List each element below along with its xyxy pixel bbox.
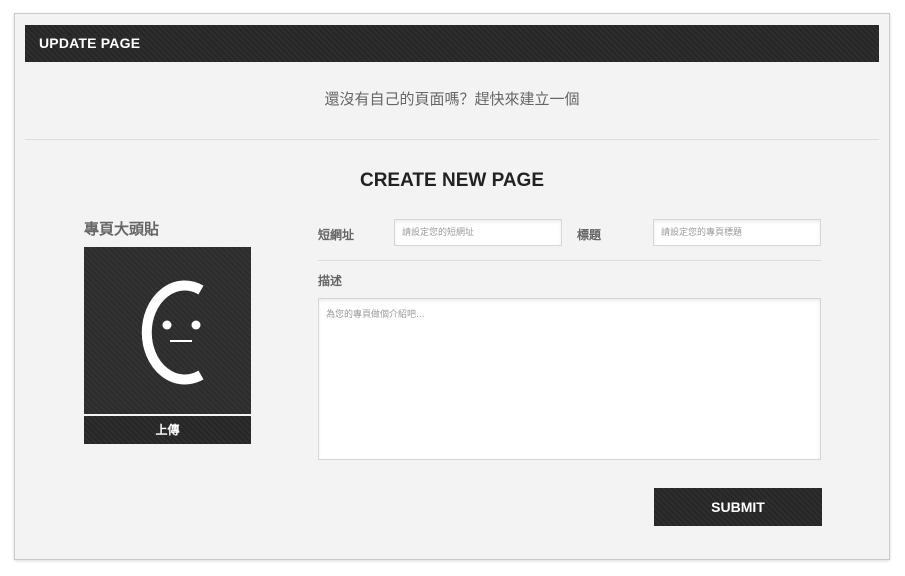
header-bar: UPDATE PAGE xyxy=(25,25,879,62)
form-title: CREATE NEW PAGE xyxy=(359,170,545,191)
description-label: 描述 xyxy=(318,274,343,288)
submit-button[interactable]: SUBMIT xyxy=(654,488,822,526)
placeholder-face-icon xyxy=(141,280,204,385)
page-title-input[interactable] xyxy=(653,219,821,246)
field-divider xyxy=(318,260,821,261)
short-url-input[interactable] xyxy=(394,219,562,246)
avatar-preview xyxy=(84,247,251,414)
short-url-label: 短網址 xyxy=(318,228,355,242)
header-title: UPDATE PAGE xyxy=(39,35,141,51)
page-title-label: 標題 xyxy=(577,228,602,242)
section-divider xyxy=(25,139,879,140)
avatar-label: 專頁大頭貼 xyxy=(84,220,160,238)
create-page-prompt: 還沒有自己的頁面嗎？趕快來建立一個 xyxy=(324,90,580,108)
description-textarea[interactable] xyxy=(318,298,821,460)
upload-button[interactable]: 上傳 xyxy=(84,416,251,444)
